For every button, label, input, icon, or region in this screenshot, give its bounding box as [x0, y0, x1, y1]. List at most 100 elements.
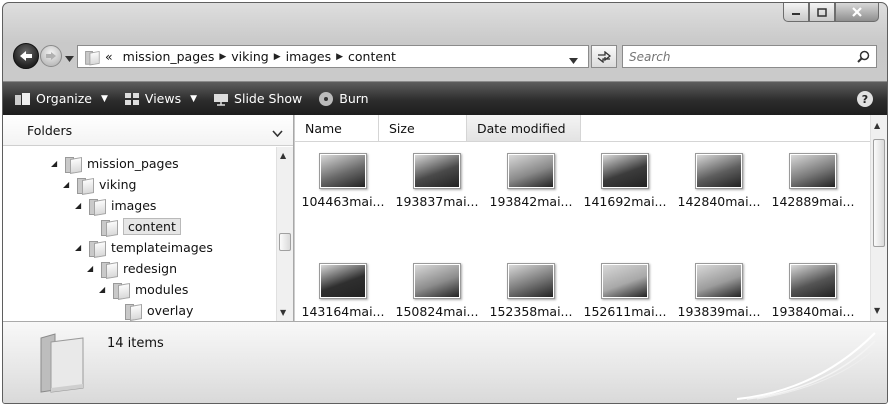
- breadcrumb-separator-icon[interactable]: ▶: [274, 52, 281, 62]
- search-input[interactable]: [623, 46, 843, 67]
- file-name: 142840mai...: [677, 194, 761, 209]
- details-pane: 14 items: [3, 321, 887, 403]
- explorer-window: « mission_pages ▶ viking ▶ images ▶ cont…: [2, 2, 888, 404]
- file-item[interactable]: 193837mai...: [391, 149, 483, 221]
- burn-button[interactable]: Burn: [310, 82, 376, 115]
- file-thumbnail: [319, 259, 367, 299]
- breadcrumb-item[interactable]: images: [281, 49, 336, 64]
- expand-triangle-icon[interactable]: ◢: [99, 285, 107, 294]
- file-list-pane: Name Size Date modified 104463mai... 1938…: [295, 115, 887, 321]
- folder-tree-item[interactable]: ◢ images: [75, 195, 156, 216]
- scroll-down-icon[interactable]: ▼: [874, 306, 880, 315]
- close-button[interactable]: [835, 3, 879, 22]
- minimize-icon: [792, 13, 800, 15]
- caption-buttons: [783, 3, 879, 22]
- folder-tree-item[interactable]: content: [87, 216, 181, 237]
- file-thumbnail: [695, 259, 743, 299]
- folder-tree-item[interactable]: overlay: [111, 300, 193, 321]
- recent-pages-dropdown[interactable]: [65, 51, 74, 65]
- column-header-size[interactable]: Size: [379, 115, 467, 141]
- breadcrumb-item[interactable]: viking: [226, 49, 273, 64]
- expand-triangle-icon[interactable]: ◢: [63, 180, 71, 189]
- search-box[interactable]: [622, 45, 877, 68]
- decorative-swoosh: [737, 332, 876, 400]
- file-list-scrollbar[interactable]: ▲ ▼: [870, 115, 887, 321]
- file-thumbnail: [413, 149, 461, 189]
- file-thumbnail: [319, 149, 367, 189]
- search-icon[interactable]: [857, 50, 870, 66]
- file-name: 104463mai...: [301, 194, 385, 209]
- folder-icon: [125, 303, 141, 320]
- file-name: 152611mai...: [583, 304, 667, 319]
- scroll-up-icon[interactable]: ▲: [874, 121, 880, 130]
- expand-triangle-icon[interactable]: ◢: [75, 201, 83, 210]
- refresh-icon: [597, 50, 612, 63]
- image-thumbnail-icon: [321, 265, 365, 297]
- command-toolbar: Organize ▼ Views ▼ Slide Show Burn ?: [3, 81, 887, 115]
- expand-triangle-icon[interactable]: ◢: [87, 264, 95, 273]
- file-name: 150824mai...: [395, 304, 479, 319]
- maximize-button[interactable]: [809, 3, 835, 22]
- chevron-down-icon: [65, 56, 74, 62]
- file-thumbnail: [601, 149, 649, 189]
- folder-tree-item[interactable]: ◢ viking: [63, 174, 136, 195]
- column-name-label: Name: [305, 120, 342, 136]
- collapse-chevron-icon[interactable]: [272, 125, 283, 140]
- folder-tree-label: redesign: [123, 261, 178, 276]
- scroll-thumb[interactable]: [279, 233, 291, 251]
- expand-triangle-icon[interactable]: ◢: [75, 243, 83, 252]
- folder-tree-item[interactable]: ◢ modules: [99, 279, 188, 300]
- breadcrumb: « mission_pages ▶ viking ▶ images ▶ cont…: [84, 49, 401, 65]
- image-thumbnail-icon: [509, 155, 553, 187]
- refresh-button[interactable]: [591, 45, 617, 68]
- breadcrumb-item[interactable]: mission_pages: [118, 49, 220, 64]
- folders-pane-header[interactable]: Folders: [3, 115, 293, 146]
- address-history-dropdown[interactable]: [569, 53, 578, 67]
- file-name: 143164mai...: [301, 304, 385, 319]
- breadcrumb-overflow[interactable]: «: [100, 49, 118, 64]
- file-name: 193839mai...: [677, 304, 761, 319]
- column-header-name[interactable]: Name: [295, 115, 379, 141]
- file-item[interactable]: 142889mai...: [767, 149, 859, 221]
- column-header-date-modified[interactable]: Date modified: [467, 115, 581, 141]
- file-thumbnail: [695, 149, 743, 189]
- folder-tree-item[interactable]: ◢ templateimages: [75, 237, 213, 258]
- scroll-up-icon[interactable]: ▲: [280, 151, 286, 160]
- file-name: 141692mai...: [583, 194, 667, 209]
- address-bar[interactable]: « mission_pages ▶ viking ▶ images ▶ cont…: [77, 45, 589, 68]
- help-button[interactable]: ?: [857, 91, 873, 107]
- burn-disc-icon: [319, 91, 334, 106]
- folder-tree-label: viking: [99, 177, 137, 192]
- minimize-button[interactable]: [783, 3, 809, 22]
- chevron-down-icon: [569, 58, 578, 64]
- views-menu[interactable]: Views ▼: [116, 82, 205, 115]
- folder-tree-item[interactable]: ◢ mission_pages: [51, 153, 179, 174]
- expand-triangle-icon[interactable]: ◢: [51, 159, 59, 168]
- folder-tree-scrollbar[interactable]: ▲ ▼: [276, 147, 293, 321]
- scroll-thumb[interactable]: [873, 139, 885, 247]
- item-count: 14 items: [107, 336, 164, 351]
- file-item[interactable]: 104463mai...: [297, 149, 389, 221]
- maximize-icon: [817, 7, 827, 17]
- chevron-down-icon: ▼: [101, 93, 108, 104]
- folder-tree-item[interactable]: ◢ redesign: [87, 258, 177, 279]
- breadcrumb-item[interactable]: content: [343, 49, 401, 64]
- back-button[interactable]: [13, 43, 39, 69]
- file-item[interactable]: 193842mai...: [485, 149, 577, 221]
- slideshow-button[interactable]: Slide Show: [205, 82, 310, 115]
- file-item[interactable]: 142840mai...: [673, 149, 765, 221]
- forward-button[interactable]: [40, 45, 62, 67]
- file-item[interactable]: 141692mai...: [579, 149, 671, 221]
- folder-tree-label: images: [111, 198, 157, 213]
- folder-large-icon: [40, 333, 84, 393]
- organize-menu[interactable]: Organize ▼: [3, 82, 116, 115]
- folder-icon: [113, 282, 129, 299]
- burn-label: Burn: [339, 91, 369, 106]
- scroll-down-icon[interactable]: ▼: [280, 308, 286, 317]
- breadcrumb-separator-icon[interactable]: ▶: [336, 52, 343, 62]
- folder-icon: [89, 198, 105, 215]
- folder-tree-label: templateimages: [111, 240, 213, 255]
- folder-icon: [101, 261, 117, 278]
- folder-tree-label: overlay: [147, 303, 194, 318]
- breadcrumb-separator-icon[interactable]: ▶: [219, 52, 226, 62]
